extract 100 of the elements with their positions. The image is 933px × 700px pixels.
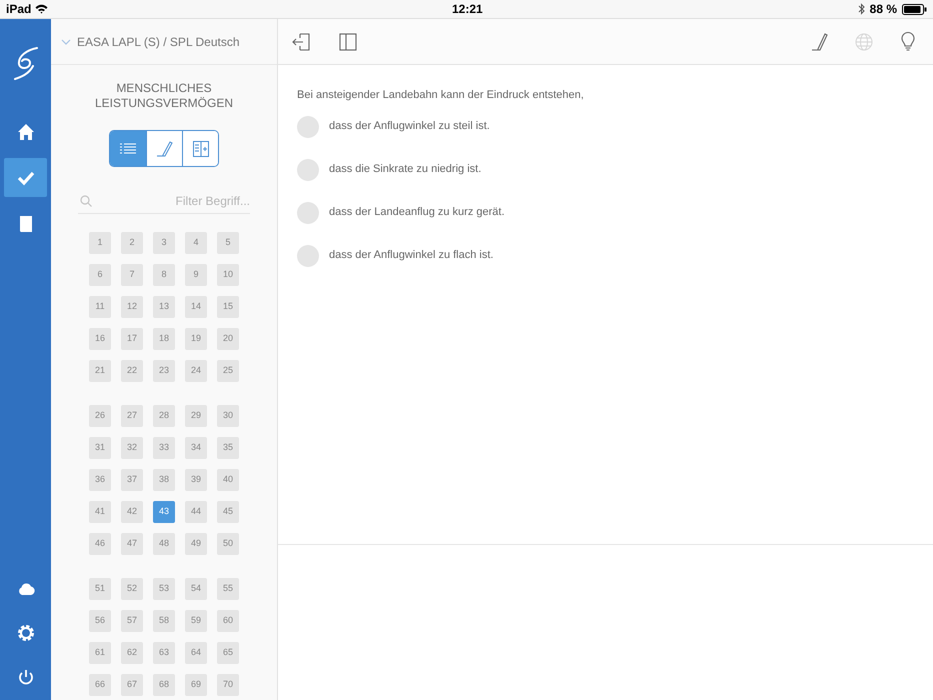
question-number-button[interactable]: 29: [185, 405, 207, 427]
device-name: iPad: [6, 1, 32, 18]
question-number-button[interactable]: 26: [89, 405, 111, 427]
question-number-button[interactable]: 66: [89, 674, 111, 696]
answer-text: dass der Anflugwinkel zu flach ist.: [329, 248, 494, 264]
question-number-button[interactable]: 1: [89, 232, 111, 254]
answer-radio[interactable]: [297, 202, 319, 224]
bluetooth-icon: [858, 3, 865, 15]
question-number-button[interactable]: 32: [121, 437, 143, 459]
question-number-button[interactable]: 7: [121, 264, 143, 286]
logo-icon: [12, 46, 38, 80]
subject-title: MENSCHLICHES LEISTUNGSVERMÖGEN: [94, 81, 234, 111]
question-number-button[interactable]: 42: [121, 501, 143, 523]
answer-text: dass der Landeanflug zu kurz gerät.: [329, 205, 505, 220]
question-number-button[interactable]: 69: [185, 674, 207, 696]
question-number-button[interactable]: 15: [217, 296, 239, 318]
question-number-button[interactable]: 14: [185, 296, 207, 318]
answer-radio[interactable]: [297, 158, 319, 180]
question-number-button[interactable]: 50: [217, 533, 239, 555]
question-number-button[interactable]: 9: [185, 264, 207, 286]
question-number-button[interactable]: 46: [89, 533, 111, 555]
wifi-icon: [35, 4, 48, 14]
panel-icon: [337, 30, 359, 52]
question-number-button[interactable]: 40: [217, 469, 239, 491]
question-number-button[interactable]: 43: [153, 501, 175, 523]
question-number-button[interactable]: 62: [121, 642, 143, 664]
answer-text: dass die Sinkrate zu niedrig ist.: [329, 162, 482, 178]
question-number-button[interactable]: 3: [153, 232, 175, 254]
course-selector[interactable]: EASA LAPL (S) / SPL Deutsch: [77, 32, 240, 50]
question-number-button[interactable]: 30: [217, 405, 239, 427]
question-number-button[interactable]: 23: [153, 360, 175, 382]
split-view-tab[interactable]: [182, 131, 218, 166]
battery-icon: [902, 4, 927, 14]
globe-icon: [853, 30, 875, 52]
question-number-button[interactable]: 2: [121, 232, 143, 254]
question-number-button[interactable]: 70: [217, 674, 239, 696]
question-number-button[interactable]: 27: [121, 405, 143, 427]
question-number-button[interactable]: 57: [121, 610, 143, 632]
question-number-button[interactable]: 28: [153, 405, 175, 427]
question-number-button[interactable]: 49: [185, 533, 207, 555]
question-number-button[interactable]: 21: [89, 360, 111, 382]
question-number-button[interactable]: 18: [153, 328, 175, 350]
question-number-button[interactable]: 6: [89, 264, 111, 286]
question-number-button[interactable]: 16: [89, 328, 111, 350]
power-icon: [16, 668, 34, 686]
question-number-button[interactable]: 37: [121, 469, 143, 491]
filter-field[interactable]: Filter Begriff...: [92, 192, 250, 210]
question-number-button[interactable]: 56: [89, 610, 111, 632]
question-number-button[interactable]: 65: [217, 642, 239, 664]
question-number-button[interactable]: 64: [185, 642, 207, 664]
answer-text: dass der Anflugwinkel zu steil ist.: [329, 119, 490, 134]
question-number-button[interactable]: 53: [153, 578, 175, 600]
question-number-button[interactable]: 44: [185, 501, 207, 523]
question-number-button[interactable]: 12: [121, 296, 143, 318]
question-number-button[interactable]: 36: [89, 469, 111, 491]
clock-time: 12:21: [452, 1, 483, 18]
question-number-button[interactable]: 63: [153, 642, 175, 664]
question-text: Bei ansteigender Landebahn kann der Eindruck entstehen,: [297, 88, 585, 103]
question-number-button[interactable]: 61: [89, 642, 111, 664]
list-view-tab[interactable]: [110, 131, 146, 166]
question-number-button[interactable]: 68: [153, 674, 175, 696]
question-number-button[interactable]: 34: [185, 437, 207, 459]
question-number-button[interactable]: 52: [121, 578, 143, 600]
nav-check-button[interactable]: [4, 158, 47, 197]
question-number-button[interactable]: 41: [89, 501, 111, 523]
question-number-button[interactable]: 67: [121, 674, 143, 696]
question-number-button[interactable]: 33: [153, 437, 175, 459]
home-icon: [16, 122, 34, 140]
question-number-button[interactable]: 58: [153, 610, 175, 632]
answer-radio[interactable]: [297, 244, 319, 266]
question-number-button[interactable]: 10: [217, 264, 239, 286]
question-number-button[interactable]: 17: [121, 328, 143, 350]
question-number-button[interactable]: 48: [153, 533, 175, 555]
question-number-button[interactable]: 22: [121, 360, 143, 382]
question-number-button[interactable]: 24: [185, 360, 207, 382]
question-number-button[interactable]: 19: [185, 328, 207, 350]
question-number-button[interactable]: 25: [217, 360, 239, 382]
question-number-button[interactable]: 13: [153, 296, 175, 318]
question-number-button[interactable]: 38: [153, 469, 175, 491]
question-number-button[interactable]: 20: [217, 328, 239, 350]
question-number-button[interactable]: 8: [153, 264, 175, 286]
question-number-button[interactable]: 11: [89, 296, 111, 318]
question-number-button[interactable]: 5: [217, 232, 239, 254]
chevron-down-icon[interactable]: [61, 38, 71, 44]
answer-radio[interactable]: [297, 116, 319, 138]
question-number-button[interactable]: 51: [89, 578, 111, 600]
battery-percentage: 88 %: [870, 1, 897, 18]
split-view-icon: [190, 138, 210, 158]
question-number-button[interactable]: 59: [185, 610, 207, 632]
pen-view-tab[interactable]: [146, 131, 182, 166]
question-number-button[interactable]: 35: [217, 437, 239, 459]
question-number-button[interactable]: 31: [89, 437, 111, 459]
question-number-button[interactable]: 47: [121, 533, 143, 555]
question-number-button[interactable]: 45: [217, 501, 239, 523]
question-number-button[interactable]: 54: [185, 578, 207, 600]
question-number-button[interactable]: 4: [185, 232, 207, 254]
question-number-button[interactable]: 39: [185, 469, 207, 491]
settings-icon: [16, 624, 34, 642]
question-number-button[interactable]: 55: [217, 578, 239, 600]
question-number-button[interactable]: 60: [217, 610, 239, 632]
